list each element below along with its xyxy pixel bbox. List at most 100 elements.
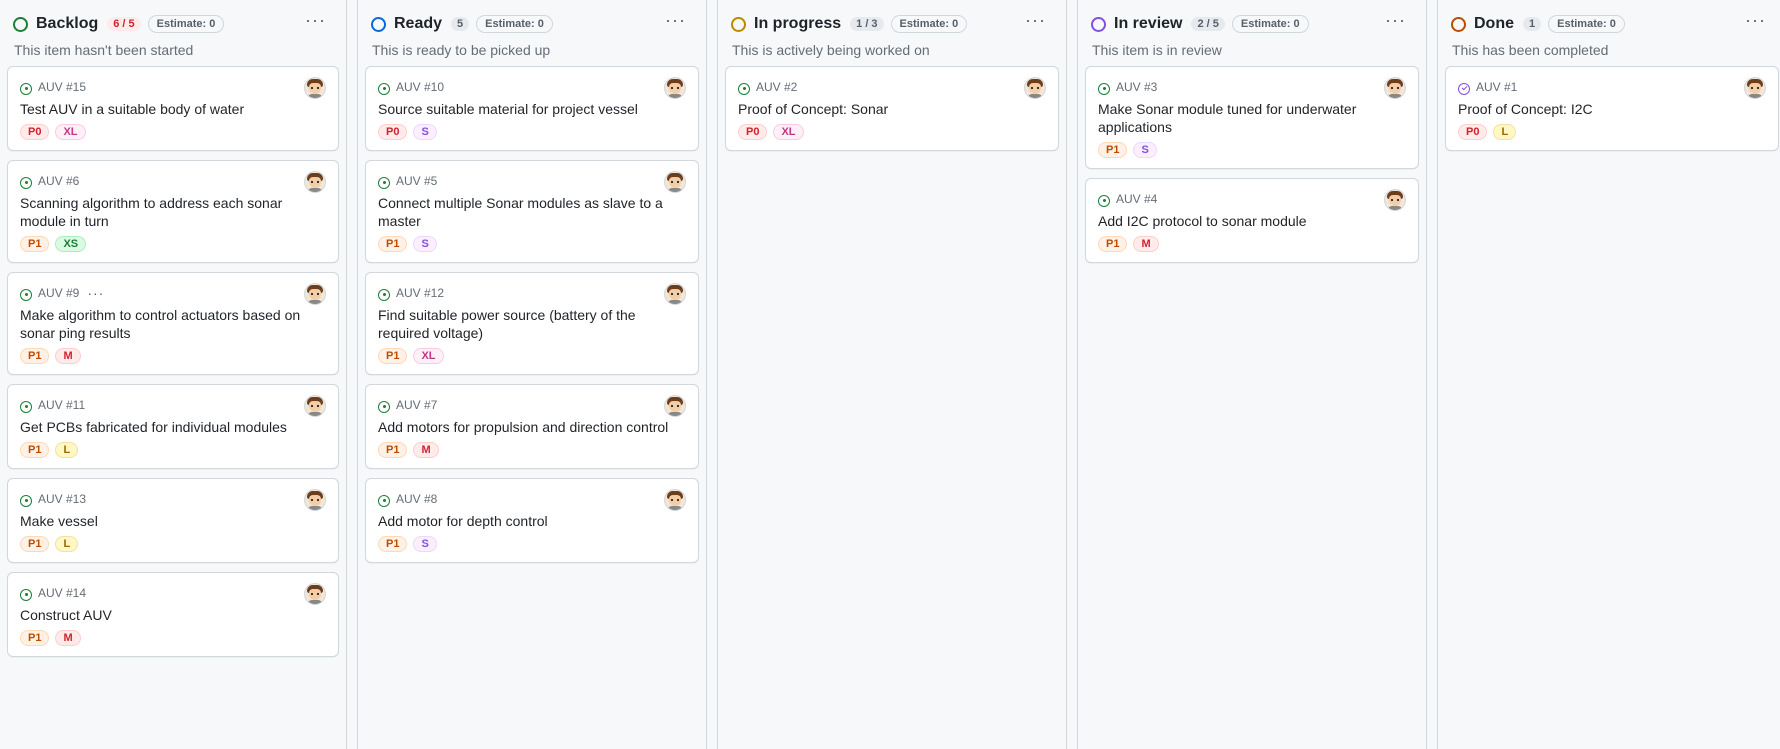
- status-circle-icon: [731, 16, 746, 32]
- issue-title[interactable]: Source suitable material for project ves…: [378, 100, 686, 118]
- label-p0: P0: [1458, 124, 1488, 140]
- assignee-avatar[interactable]: [304, 283, 326, 305]
- issue-card[interactable]: AUV #4 Add I2C protocol to sonar module P1…: [1085, 178, 1419, 263]
- issue-number[interactable]: AUV #1: [1476, 80, 1517, 94]
- assignee-avatar[interactable]: [304, 395, 326, 417]
- issue-open-icon: [20, 82, 32, 95]
- assignee-avatar[interactable]: [304, 583, 326, 605]
- issue-number[interactable]: AUV #6: [38, 174, 79, 188]
- assignee-avatar[interactable]: [664, 283, 686, 305]
- issue-title[interactable]: Connect multiple Sonar modules as slave …: [378, 194, 686, 230]
- issue-number[interactable]: AUV #15: [38, 80, 86, 94]
- issue-card[interactable]: AUV #6 Scanning algorithm to address each…: [7, 160, 339, 263]
- issue-title[interactable]: Get PCBs fabricated for individual modul…: [20, 418, 326, 436]
- issue-title[interactable]: Test AUV in a suitable body of water: [20, 100, 326, 118]
- issue-number[interactable]: AUV #12: [396, 286, 444, 300]
- issue-closed-icon: [1458, 82, 1470, 95]
- column-header: Done 1 Estimate: 0 ···: [1438, 0, 1780, 48]
- issue-open-icon: [20, 588, 32, 601]
- assignee-avatar[interactable]: [304, 489, 326, 511]
- issue-card[interactable]: AUV #14 Construct AUV P1 M: [7, 572, 339, 657]
- issue-open-icon: [378, 494, 390, 507]
- assignee-avatar[interactable]: [304, 77, 326, 99]
- card-header: AUV #15: [20, 77, 326, 97]
- estimate-badge: Estimate: 0: [890, 15, 968, 33]
- label-list: P1 S: [378, 236, 686, 252]
- issue-card[interactable]: AUV #2 Proof of Concept: Sonar P0 XL: [725, 66, 1059, 151]
- issue-open-icon: [378, 82, 390, 95]
- card-list: AUV #10 Source suitable material for proj…: [358, 66, 706, 563]
- issue-title[interactable]: Proof of Concept: Sonar: [738, 100, 1046, 118]
- issue-title[interactable]: Add I2C protocol to sonar module: [1098, 212, 1406, 230]
- estimate-badge: Estimate: 0: [1231, 15, 1309, 33]
- issue-card[interactable]: AUV #3 Make Sonar module tuned for underw…: [1085, 66, 1419, 169]
- card-header: AUV #3: [1098, 77, 1406, 97]
- label-m: M: [1133, 236, 1159, 252]
- issue-card[interactable]: AUV #7 Add motors for propulsion and dire…: [365, 384, 699, 469]
- issue-number[interactable]: AUV #9: [38, 286, 79, 300]
- issue-number[interactable]: AUV #8: [396, 492, 437, 506]
- label-list: P1 XS: [20, 236, 326, 252]
- column-title: In review: [1114, 15, 1183, 32]
- assignee-avatar[interactable]: [664, 171, 686, 193]
- card-header: AUV #6: [20, 171, 326, 191]
- issue-card[interactable]: AUV #8 Add motor for depth control P1 S: [365, 478, 699, 563]
- issue-number[interactable]: AUV #14: [38, 586, 86, 600]
- issue-title[interactable]: Make vessel: [20, 512, 326, 530]
- column-in-review: In review 2 / 5 Estimate: 0 ··· This item is…: [1077, 0, 1427, 749]
- assignee-avatar[interactable]: [1024, 77, 1046, 99]
- card-menu-button[interactable]: ···: [87, 285, 104, 301]
- assignee-avatar[interactable]: [664, 489, 686, 511]
- column-menu-button[interactable]: ···: [305, 10, 326, 31]
- issue-title[interactable]: Scanning algorithm to address each sonar…: [20, 194, 326, 230]
- issue-title[interactable]: Proof of Concept: I2C: [1458, 100, 1766, 118]
- issue-card[interactable]: AUV #11 Get PCBs fabricated for individua…: [7, 384, 339, 469]
- item-count-badge: 1: [1523, 17, 1542, 31]
- issue-card[interactable]: AUV #9 ··· Make algorithm to control actua…: [7, 272, 339, 375]
- issue-number[interactable]: AUV #5: [396, 174, 437, 188]
- card-header: AUV #2: [738, 77, 1046, 97]
- column-menu-button[interactable]: ···: [1385, 10, 1406, 31]
- label-list: P1 M: [20, 630, 326, 646]
- issue-title[interactable]: Find suitable power source (battery of t…: [378, 306, 686, 342]
- estimate-badge: Estimate: 0: [147, 15, 225, 33]
- label-s: S: [1133, 142, 1157, 158]
- issue-number[interactable]: AUV #4: [1116, 192, 1157, 206]
- issue-title[interactable]: Construct AUV: [20, 606, 326, 624]
- status-circle-icon: [371, 16, 386, 32]
- assignee-avatar[interactable]: [1744, 77, 1766, 99]
- issue-title[interactable]: Add motors for propulsion and direction …: [378, 418, 686, 436]
- column-menu-button[interactable]: ···: [1745, 10, 1766, 31]
- assignee-avatar[interactable]: [1384, 189, 1406, 211]
- issue-number[interactable]: AUV #13: [38, 492, 86, 506]
- issue-card[interactable]: AUV #10 Source suitable material for proj…: [365, 66, 699, 151]
- issue-number[interactable]: AUV #7: [396, 398, 437, 412]
- issue-number[interactable]: AUV #10: [396, 80, 444, 94]
- issue-number[interactable]: AUV #3: [1116, 80, 1157, 94]
- label-s: S: [413, 124, 437, 140]
- issue-card[interactable]: AUV #12 Find suitable power source (batte…: [365, 272, 699, 375]
- issue-number[interactable]: AUV #11: [38, 398, 85, 412]
- column-menu-button[interactable]: ···: [665, 10, 686, 31]
- card-header: AUV #13: [20, 489, 326, 509]
- issue-card[interactable]: AUV #1 Proof of Concept: I2C P0 L: [1445, 66, 1779, 151]
- issue-card[interactable]: AUV #5 Connect multiple Sonar modules as …: [365, 160, 699, 263]
- label-p1: P1: [20, 348, 50, 364]
- assignee-avatar[interactable]: [664, 77, 686, 99]
- assignee-avatar[interactable]: [664, 395, 686, 417]
- issue-number[interactable]: AUV #2: [756, 80, 797, 94]
- issue-title[interactable]: Add motor for depth control: [378, 512, 686, 530]
- issue-card[interactable]: AUV #15 Test AUV in a suitable body of wa…: [7, 66, 339, 151]
- label-l: L: [55, 442, 79, 458]
- column-in-progress: In progress 1 / 3 Estimate: 0 ··· This is ac…: [717, 0, 1067, 749]
- label-list: P0 L: [1458, 124, 1766, 140]
- issue-title[interactable]: Make Sonar module tuned for underwater a…: [1098, 100, 1406, 136]
- column-menu-button[interactable]: ···: [1025, 10, 1046, 31]
- assignee-avatar[interactable]: [1384, 77, 1406, 99]
- label-p0: P0: [738, 124, 768, 140]
- issue-card[interactable]: AUV #13 Make vessel P1 L: [7, 478, 339, 563]
- assignee-avatar[interactable]: [304, 171, 326, 193]
- issue-title[interactable]: Make algorithm to control actuators base…: [20, 306, 326, 342]
- label-list: P1 S: [378, 536, 686, 552]
- column-title: Backlog: [36, 15, 99, 32]
